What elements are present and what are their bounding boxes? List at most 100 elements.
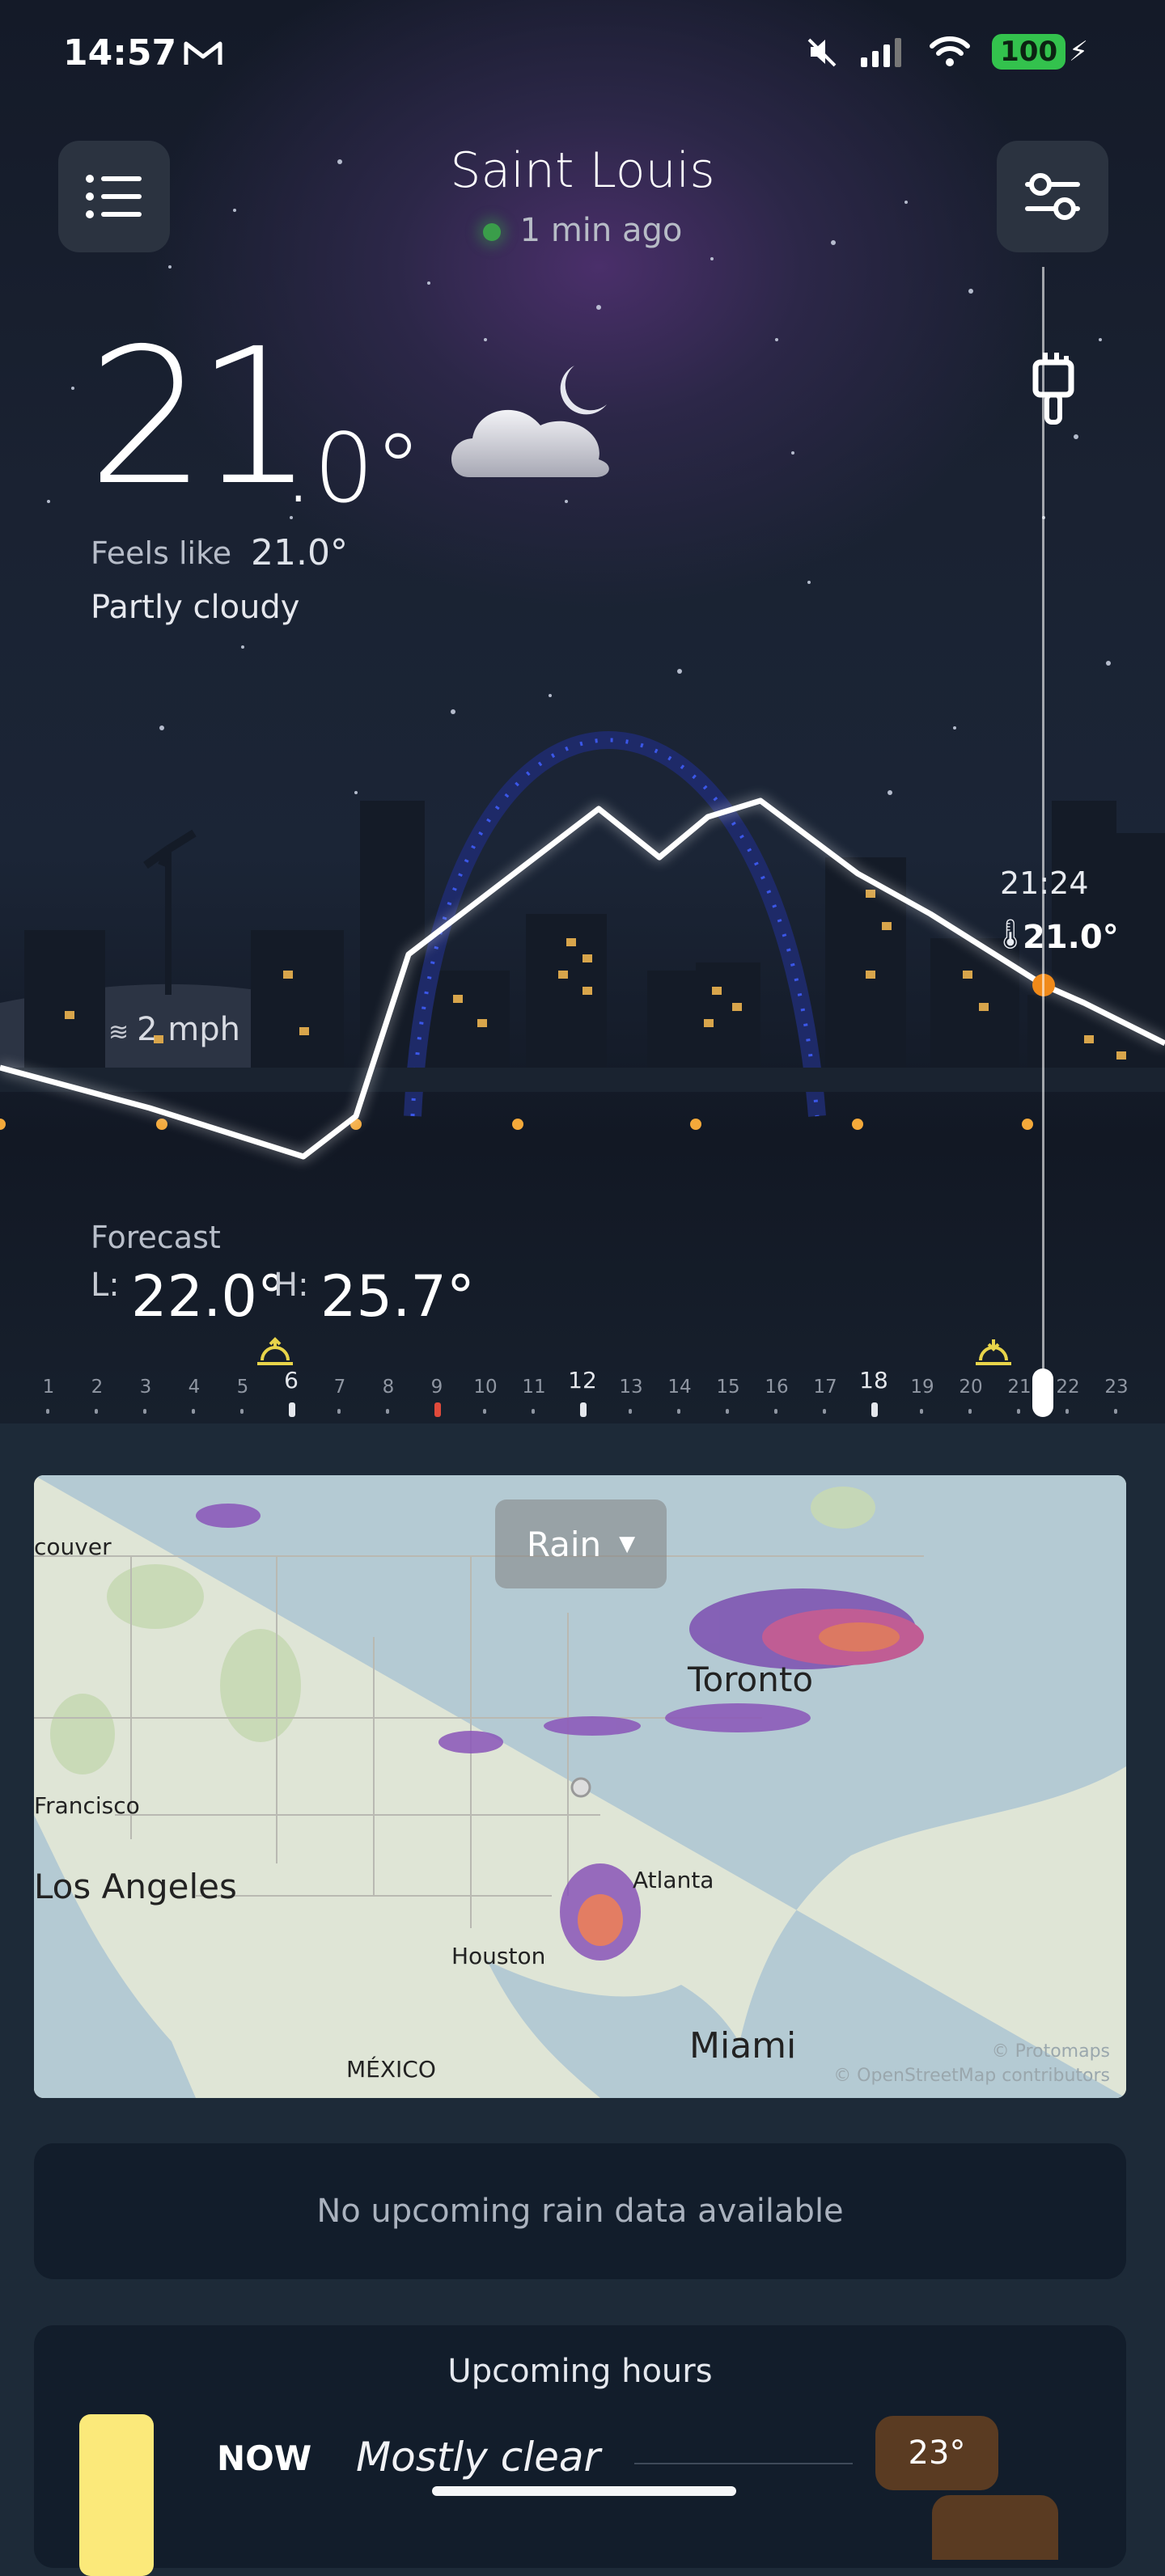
home-indicator[interactable] [432, 2486, 736, 2496]
hour-tick-label: 11 [522, 1377, 546, 1398]
map-layer-dropdown[interactable]: Rain ▼ [495, 1499, 667, 1588]
temperature-curve [0, 797, 1165, 1160]
map-label: Toronto [688, 1660, 814, 1699]
map-label: Houston [451, 1943, 546, 1969]
hour-tick-label: 1 [42, 1377, 55, 1398]
last-updated: 1 min ago [0, 212, 1165, 249]
hour-tick [677, 1409, 680, 1414]
caret-down-icon: ▼ [619, 1532, 636, 1556]
divider-line [634, 2463, 853, 2464]
feels-like-value: 21.0° [251, 532, 348, 573]
hour-tick [337, 1409, 341, 1414]
forecast-low-value: 22.0° [131, 1263, 286, 1330]
status-icons: 100 ⚡ [804, 34, 1088, 70]
status-time: 14:57 [63, 32, 177, 74]
hour-tick [289, 1402, 295, 1417]
hour-tick-label: 3 [139, 1377, 152, 1398]
rain-forecast-card: No upcoming rain data available [34, 2143, 1126, 2279]
hour-tick-label: 13 [619, 1377, 643, 1398]
time-scrubber-line[interactable] [1042, 267, 1044, 1415]
scrubber-time: 21:24 [1000, 865, 1089, 901]
hour-tick [871, 1402, 878, 1417]
hour-tick-label: 18 [859, 1367, 888, 1394]
hour-tick-label: 5 [236, 1377, 249, 1398]
hour-tick-label: 2 [91, 1377, 104, 1398]
map-label: couver [34, 1533, 112, 1560]
now-condition: Mostly clear [356, 2434, 601, 2481]
map-label: Atlanta [633, 1867, 714, 1893]
feels-like-label: Feels like [91, 535, 232, 571]
hour-tick-label: 15 [716, 1377, 740, 1398]
gmail-icon [184, 41, 222, 65]
hour-tick [240, 1409, 244, 1414]
sunset-icon [976, 1339, 1011, 1365]
sun-bar [79, 2414, 154, 2576]
hour-tick [920, 1409, 923, 1414]
hour-tick-label: 10 [473, 1377, 498, 1398]
wind-speed: ≋ 2 mph [108, 1011, 240, 1048]
hour-tick [192, 1409, 195, 1414]
forecast-high-label: H: [273, 1267, 309, 1304]
hour-tick [968, 1409, 972, 1414]
wind-speed-text: 2 mph [137, 1011, 241, 1048]
wifi-icon [930, 36, 971, 66]
hour-tick-label: 9 [430, 1377, 443, 1398]
map-attribution: © OpenStreetMap contributors [833, 2066, 1110, 2086]
forecast-high-value: 25.7° [320, 1263, 475, 1330]
next-temp-pill [932, 2495, 1058, 2560]
status-bar: 14:57 100 ⚡ [0, 0, 1165, 113]
map-label: Francisco [34, 1792, 140, 1819]
hour-tick-label: 4 [188, 1377, 201, 1398]
forecast-label: Forecast [91, 1220, 221, 1255]
mute-icon [807, 38, 837, 67]
hour-tick [1065, 1409, 1069, 1414]
paintbrush-icon[interactable] [1021, 348, 1086, 429]
battery-level: 100 [992, 34, 1066, 70]
hour-tick [774, 1409, 777, 1414]
hour-tick-label: 6 [284, 1367, 299, 1394]
hour-tick [580, 1402, 587, 1417]
hour-tick [483, 1409, 486, 1414]
hour-tick-label: 7 [333, 1377, 346, 1398]
map-attribution: © Protomaps [991, 2041, 1110, 2062]
now-label: NOW [217, 2439, 312, 2478]
hour-tick [823, 1409, 826, 1414]
signal-icon [861, 38, 902, 67]
hour-tick-label: 8 [382, 1377, 395, 1398]
hour-tick-label: 23 [1104, 1377, 1129, 1398]
charging-icon: ⚡ [1069, 36, 1088, 68]
current-temp-integer: 21 [87, 308, 315, 527]
hour-tick [46, 1409, 49, 1414]
hour-tick-label: 16 [765, 1377, 789, 1398]
hour-tick-label: 22 [1056, 1377, 1080, 1398]
upcoming-hours-title: Upcoming hours [447, 2353, 713, 2390]
hour-tick [726, 1409, 729, 1414]
hour-tick [143, 1409, 146, 1414]
map-label: Miami [689, 2025, 797, 2066]
hour-timeline[interactable]: 1 2 3 4 5 6 7 8 9 10 11 12 13 14 15 16 17 18 19 20 21 22 23 [0, 1367, 1165, 1423]
rain-forecast-message: No upcoming rain data available [316, 2193, 844, 2230]
scrubber-temp: 21.0° [1023, 919, 1119, 956]
current-temp-decimal: .0° [283, 412, 422, 524]
hour-tick-label: 12 [568, 1367, 597, 1394]
hour-tick-label: 17 [813, 1377, 837, 1398]
city-name: Saint Louis [450, 142, 715, 199]
sunrise-icon [257, 1337, 293, 1365]
wind-icon: ≋ [108, 1018, 129, 1047]
hour-tick [95, 1409, 98, 1414]
hour-tick-label: 19 [910, 1377, 934, 1398]
forecast-low-label: L: [91, 1267, 120, 1304]
hour-tick [434, 1402, 441, 1417]
current-condition: Partly cloudy [91, 589, 300, 626]
hour-tick-label: 21 [1007, 1377, 1032, 1398]
live-indicator [482, 223, 501, 241]
partly-cloudy-night-icon [451, 366, 609, 477]
map-layer-label: Rain [526, 1524, 602, 1564]
map-label: Los Angeles [34, 1867, 237, 1906]
hour-tick [1114, 1409, 1117, 1414]
last-updated-text: 1 min ago [519, 212, 683, 249]
hour-tick [386, 1409, 389, 1414]
hour-tick [629, 1409, 632, 1414]
hour-tick-label: 14 [667, 1377, 692, 1398]
hour-tick-label: 20 [959, 1377, 983, 1398]
